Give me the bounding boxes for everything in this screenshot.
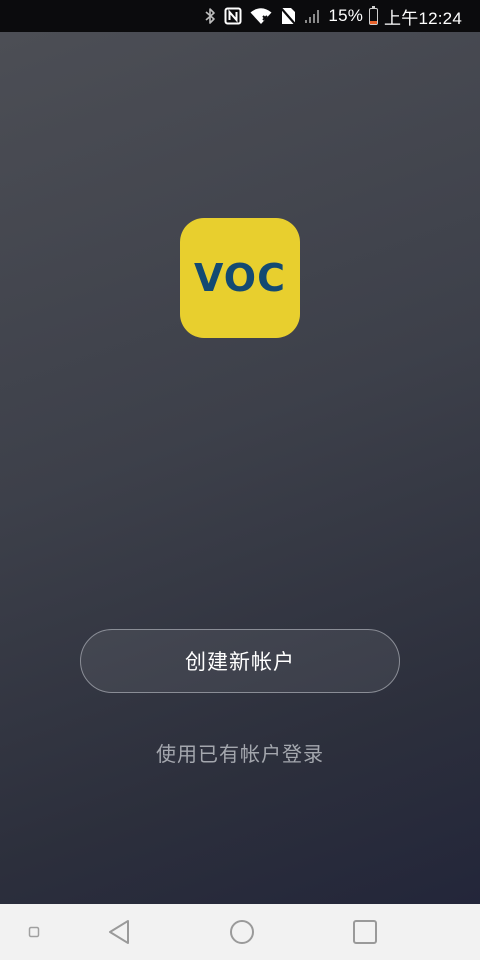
home-icon[interactable] <box>217 904 267 960</box>
app-logo: VOC <box>180 218 300 338</box>
no-sim-icon <box>280 5 297 27</box>
nfc-icon <box>224 5 242 27</box>
screen: 15% 上午12:24 VOC 创建新帐户 使用已有帐户登录 <box>0 0 480 960</box>
create-account-button[interactable]: 创建新帐户 <box>80 629 400 693</box>
battery-icon <box>369 5 379 25</box>
battery-fill <box>370 21 378 24</box>
app-logo-text: VOC <box>194 258 286 298</box>
status-bar: 15% 上午12:24 <box>0 0 480 32</box>
status-time: 上午12:24 <box>384 8 462 28</box>
nav-bar <box>0 904 480 960</box>
main-area: VOC 创建新帐户 使用已有帐户登录 <box>0 32 480 904</box>
wifi-icon <box>250 5 272 27</box>
bluetooth-icon <box>204 5 216 27</box>
back-icon[interactable] <box>94 904 144 960</box>
login-existing-account-link[interactable]: 使用已有帐户登录 <box>80 734 400 770</box>
extra-dot-icon[interactable] <box>14 904 54 960</box>
app-logo-mark: VOC <box>194 258 286 298</box>
recents-icon[interactable] <box>340 904 390 960</box>
battery-percent: 15% <box>328 6 364 25</box>
signal-icon <box>304 5 322 27</box>
